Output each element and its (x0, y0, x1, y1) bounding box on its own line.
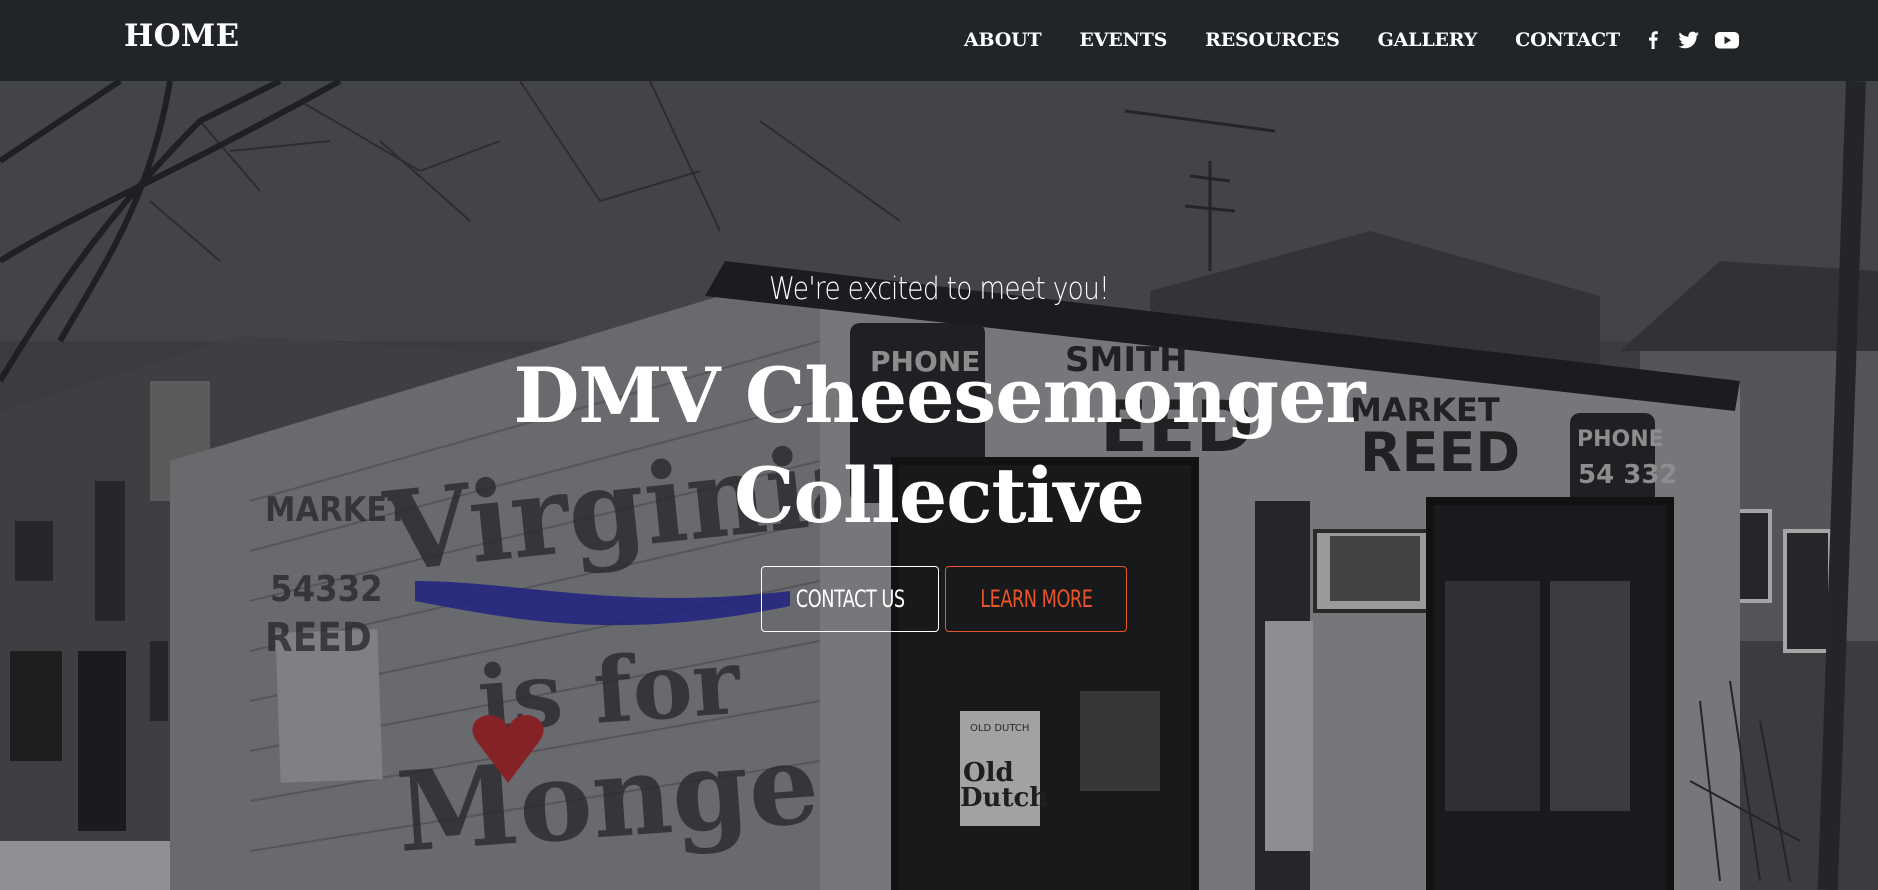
nav-link-contact[interactable]: CONTACT (1515, 28, 1620, 52)
hero-title-line-1: DMV Cheesemonger (513, 351, 1366, 440)
nav-link-events[interactable]: EVENTS (1079, 28, 1167, 52)
hero-title-line-2: Collective (733, 451, 1145, 540)
hero-tagline: We're excited to meet you! (768, 271, 1110, 307)
hero-section: MARKET 54332 REED Virginia is for Monger… (0, 81, 1878, 890)
contact-us-button[interactable]: CONTACT US (761, 566, 939, 632)
twitter-icon[interactable] (1676, 28, 1702, 52)
youtube-icon[interactable] (1714, 28, 1740, 52)
learn-more-button[interactable]: LEARN MORE (945, 566, 1127, 632)
home-link[interactable]: HOME (124, 18, 239, 54)
nav-link-gallery[interactable]: GALLERY (1378, 28, 1478, 52)
contact-us-label: CONTACT US (795, 585, 905, 613)
facebook-icon[interactable] (1640, 28, 1666, 52)
nav-link-resources[interactable]: RESOURCES (1205, 28, 1340, 52)
nav-link-about[interactable]: ABOUT (964, 28, 1042, 52)
nav-links: ABOUT EVENTS RESOURCES GALLERY CONTACT (964, 28, 1740, 52)
navbar: HOME ABOUT EVENTS RESOURCES GALLERY CONT… (0, 0, 1878, 81)
learn-more-label: LEARN MORE (979, 585, 1093, 613)
hero-title: DMV Cheesemonger Collective (439, 346, 1439, 546)
